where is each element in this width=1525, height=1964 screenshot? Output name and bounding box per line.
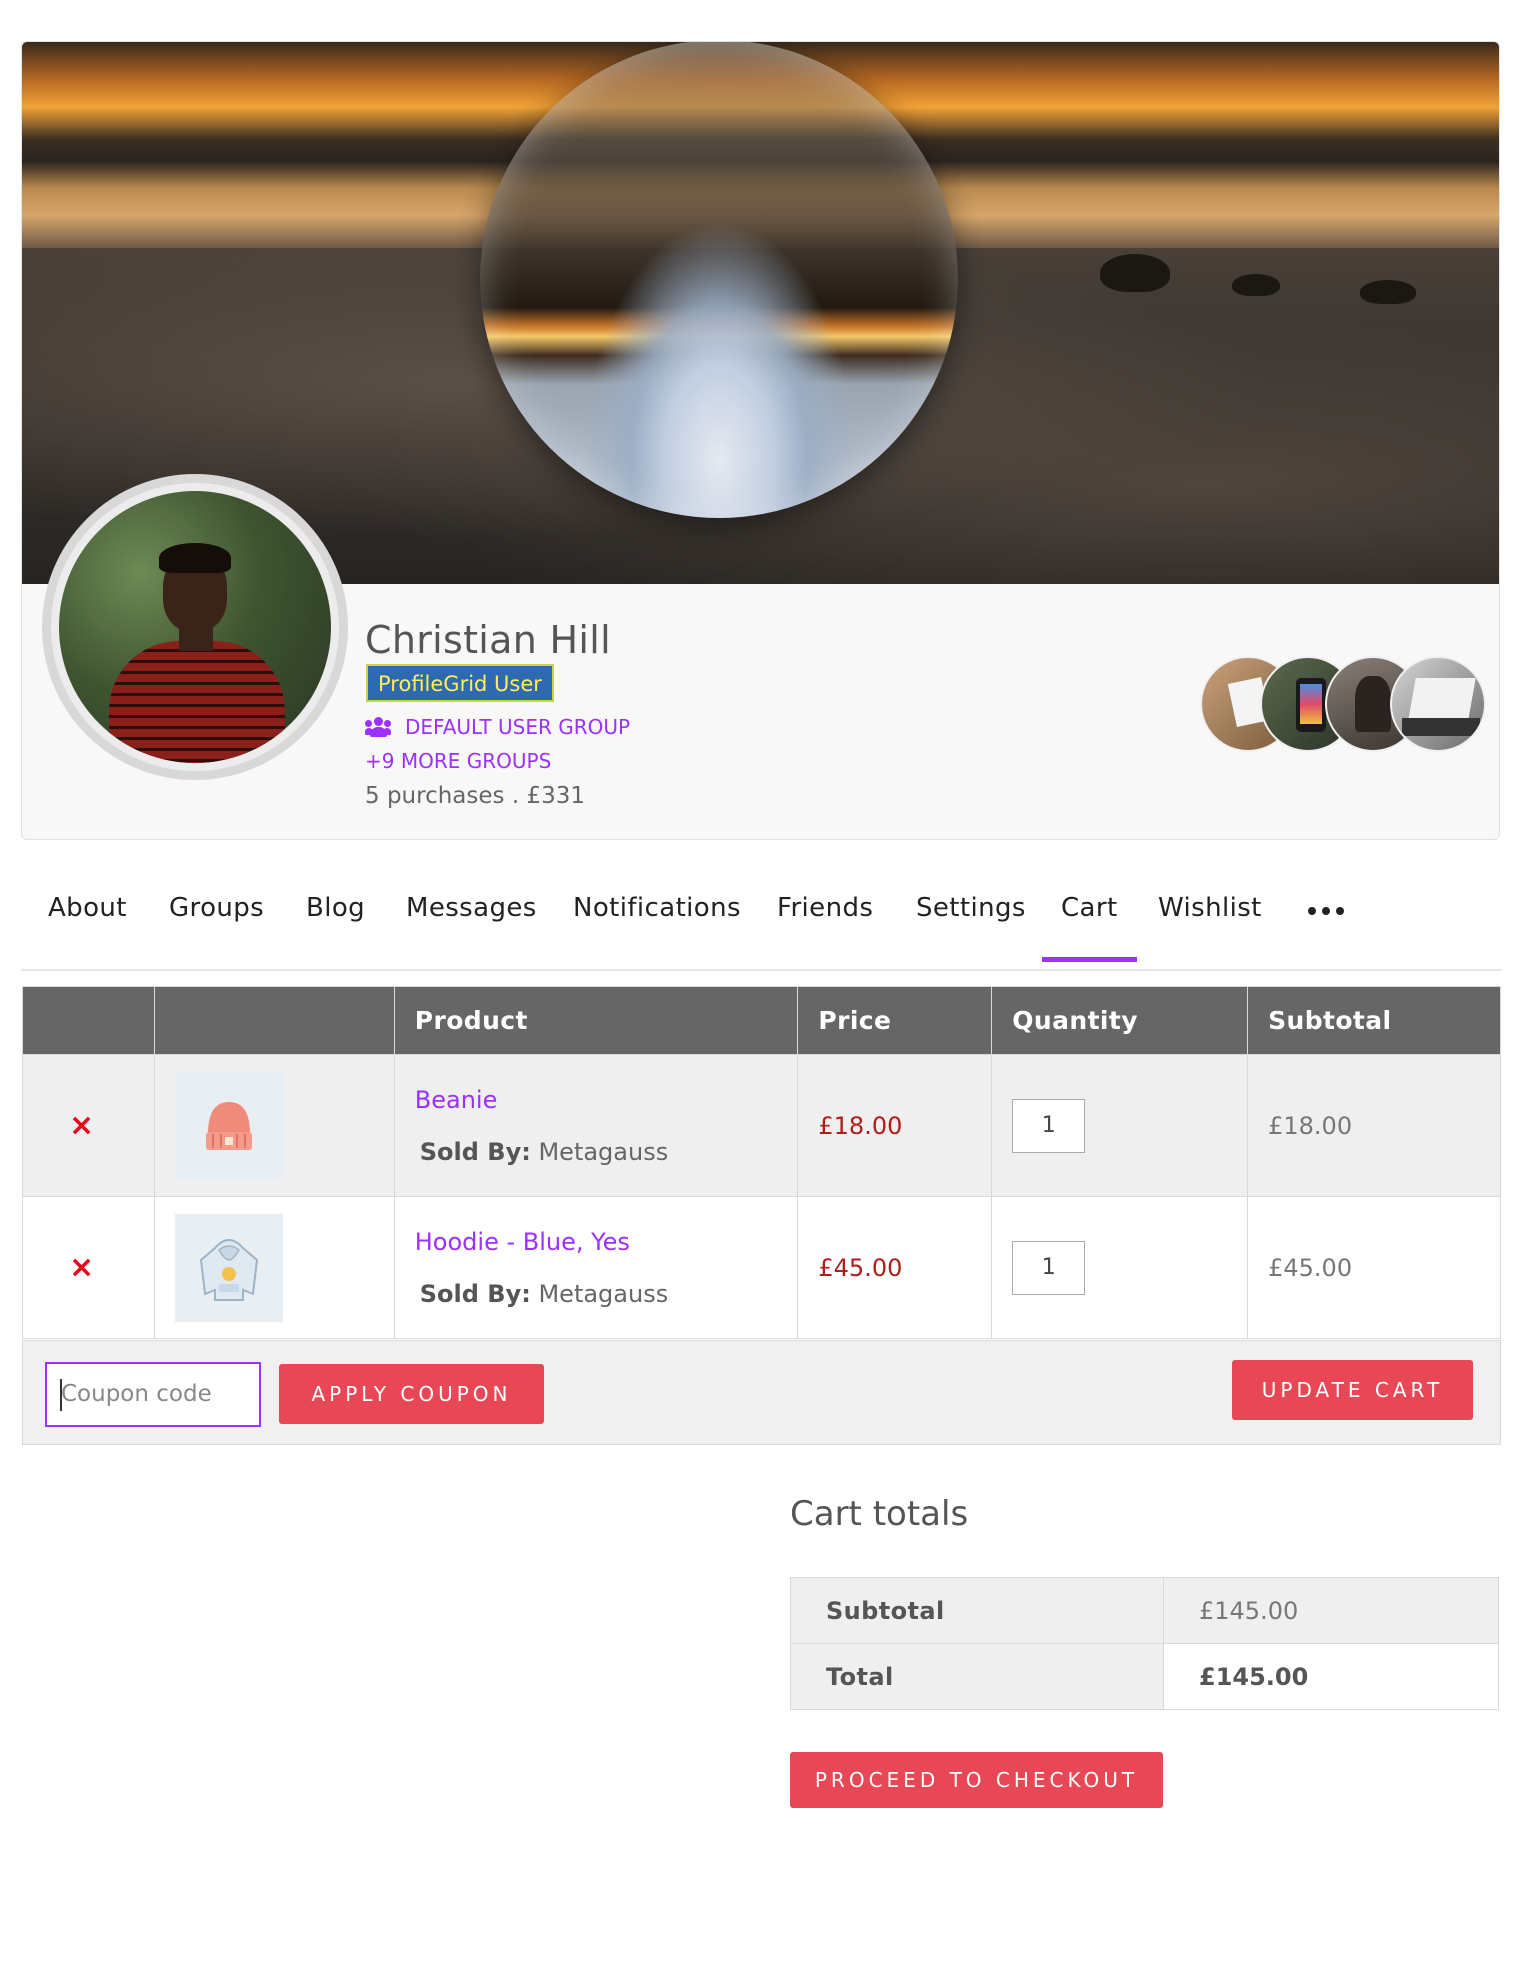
cart-totals-title: Cart totals <box>790 1494 969 1534</box>
profile-card: Christian Hill ProfileGrid User DEFAULT … <box>21 41 1500 840</box>
item-subtotal: £18.00 <box>1268 1111 1353 1140</box>
default-group-label: DEFAULT USER GROUP <box>405 715 631 739</box>
cart-table: Product Price Quantity Subtotal × Beanie… <box>22 986 1501 1339</box>
totals-total-label: Total <box>790 1643 1164 1710</box>
product-thumbnail[interactable] <box>174 1213 283 1322</box>
more-tabs-icon[interactable] <box>1308 907 1344 915</box>
item-price: £45.00 <box>818 1253 903 1282</box>
item-price: £18.00 <box>818 1111 903 1140</box>
sold-by-label: Sold By: <box>419 1279 531 1308</box>
cart-row: × Beanie Sold By: Metagauss £18.00 1 £18… <box>22 1054 1501 1197</box>
apply-coupon-button[interactable]: APPLY COUPON <box>279 1364 544 1424</box>
seller-name: Metagauss <box>538 1137 669 1166</box>
tab-notifications[interactable]: Notifications <box>573 893 741 923</box>
proceed-to-checkout-button[interactable]: PROCEED TO CHECKOUT <box>790 1752 1163 1808</box>
default-group-link[interactable]: DEFAULT USER GROUP <box>365 715 630 739</box>
quantity-column-header: Quantity <box>991 986 1249 1055</box>
group-thumb[interactable] <box>1390 656 1486 752</box>
tab-friends[interactable]: Friends <box>777 893 873 923</box>
cart-table-header: Product Price Quantity Subtotal <box>22 986 1501 1055</box>
tab-messages[interactable]: Messages <box>406 893 537 923</box>
product-link[interactable]: Beanie <box>415 1086 798 1114</box>
tab-about[interactable]: About <box>48 893 127 923</box>
item-subtotal: £45.00 <box>1268 1253 1353 1282</box>
totals-subtotal-value: £145.00 <box>1163 1577 1499 1644</box>
profile-name: Christian Hill <box>365 618 611 662</box>
coupon-code-input[interactable]: Coupon code <box>45 1362 261 1427</box>
avatar[interactable] <box>59 491 331 763</box>
tab-groups[interactable]: Groups <box>169 893 264 923</box>
price-column-header: Price <box>797 986 993 1055</box>
tab-settings[interactable]: Settings <box>916 893 1026 923</box>
product-column-header: Product <box>393 986 799 1055</box>
tab-blog[interactable]: Blog <box>306 893 365 923</box>
remove-item-icon[interactable]: × <box>43 1250 94 1285</box>
crystal-ball-image <box>480 42 958 518</box>
cart-totals-table: Subtotal £145.00 Total £145.00 <box>790 1577 1499 1710</box>
profile-tabs: About Groups Blog Messages Notifications… <box>21 863 1502 971</box>
sold-by: Sold By: Metagauss <box>415 1280 668 1308</box>
thumbnail-column-header <box>153 986 395 1055</box>
more-groups-link[interactable]: +9 MORE GROUPS <box>365 749 551 773</box>
beanie-icon <box>205 1101 252 1150</box>
cart-row: × Hoodie - Blue, Yes Sold By: Metagauss … <box>22 1196 1501 1339</box>
sold-by-label: Sold By: <box>419 1137 531 1166</box>
hoodie-icon <box>199 1238 258 1301</box>
remove-column-header <box>22 986 155 1055</box>
tab-wishlist[interactable]: Wishlist <box>1158 893 1262 923</box>
purchases-summary: 5 purchases . £331 <box>365 783 585 809</box>
remove-item-icon[interactable]: × <box>43 1108 94 1143</box>
users-icon <box>365 717 391 737</box>
update-cart-button[interactable]: UPDATE CART <box>1232 1360 1473 1420</box>
seller-name: Metagauss <box>538 1279 669 1308</box>
totals-total-value: £145.00 <box>1163 1643 1499 1710</box>
product-thumbnail[interactable] <box>174 1071 283 1180</box>
cart-actions: Coupon code APPLY COUPON UPDATE CART <box>22 1340 1501 1445</box>
role-badge: ProfileGrid User <box>366 664 554 702</box>
quantity-input[interactable]: 1 <box>1012 1098 1086 1153</box>
tab-cart[interactable]: Cart <box>1042 893 1137 962</box>
sold-by: Sold By: Metagauss <box>415 1138 668 1166</box>
product-link[interactable]: Hoodie - Blue, Yes <box>415 1228 798 1256</box>
subtotal-column-header: Subtotal <box>1247 986 1501 1055</box>
totals-subtotal-label: Subtotal <box>790 1577 1164 1644</box>
quantity-input[interactable]: 1 <box>1012 1240 1086 1295</box>
totals-subtotal-row: Subtotal £145.00 <box>790 1577 1499 1644</box>
totals-total-row: Total £145.00 <box>790 1643 1499 1710</box>
group-thumbnails <box>1200 656 1486 752</box>
